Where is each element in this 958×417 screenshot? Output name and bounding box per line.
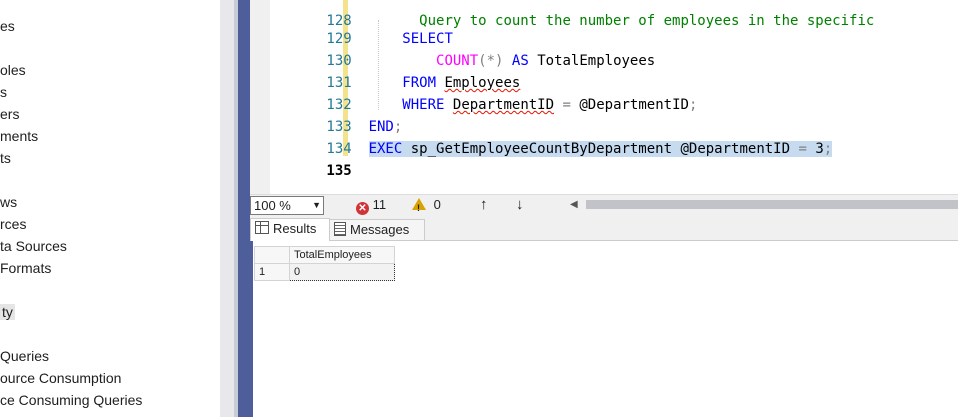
results-grid[interactable]: TotalEmployees 1 0 xyxy=(254,246,395,281)
results-tab-strip: Results Messages xyxy=(250,215,958,241)
grid-header-row: TotalEmployees xyxy=(254,246,395,264)
arrow-up-icon[interactable]: ↑ xyxy=(480,195,488,214)
tab-results[interactable]: Results xyxy=(250,218,330,241)
number-literal: 3 xyxy=(815,141,824,157)
explorer-tree-item[interactable]: ments xyxy=(0,128,38,144)
tab-results-label: Results xyxy=(273,221,317,236)
explorer-tree-item[interactable]: ts xyxy=(0,150,11,166)
keyword-exec: EXEC xyxy=(368,141,403,157)
editor-gutter xyxy=(250,0,270,194)
editor-left-margin xyxy=(238,0,250,417)
grid-corner[interactable] xyxy=(254,246,290,264)
explorer-tree-item[interactable]: ty xyxy=(0,304,15,320)
tab-messages[interactable]: Messages xyxy=(329,219,425,240)
scroll-left-icon[interactable]: ◀ xyxy=(570,195,578,215)
explorer-tree-item[interactable]: ws xyxy=(0,194,17,210)
code-line-133: 133 END; xyxy=(270,94,402,135)
grid-icon xyxy=(255,221,269,234)
object-explorer: es oles s ers ments ts ws rces ta Sources Format… xyxy=(0,0,220,417)
code-line-131: 131 FROM Employees xyxy=(270,50,520,91)
explorer-tree-item[interactable]: Queries xyxy=(0,348,49,364)
grid-cell[interactable]: 0 xyxy=(289,263,395,281)
code-line-130: 130 COUNT(*) AS TotalEmployees xyxy=(270,28,655,69)
warning-count[interactable]: 0 xyxy=(412,196,441,217)
error-icon: ✕ xyxy=(356,202,369,215)
code-line-134: 134 EXEC sp_GetEmployeeCountByDepartment… xyxy=(270,116,833,157)
explorer-tree-item[interactable]: Formats xyxy=(0,260,51,276)
explorer-tree-item[interactable]: oles xyxy=(0,62,26,78)
explorer-tree-item[interactable]: ers xyxy=(0,106,19,122)
procedure-name: sp_GetEmployeeCountByDepartment xyxy=(410,141,673,157)
explorer-tree-item[interactable]: ta Sources xyxy=(0,238,67,254)
column-header[interactable]: TotalEmployees xyxy=(289,246,395,264)
operator: ; xyxy=(688,97,698,113)
horizontal-scrollbar-thumb[interactable] xyxy=(586,200,958,209)
identifier-error: DepartmentID xyxy=(452,97,555,113)
explorer-tree-item[interactable]: es xyxy=(0,18,15,34)
zoom-value: 100 % xyxy=(254,198,291,213)
operator: ; xyxy=(823,141,833,157)
warning-count-value: 0 xyxy=(433,197,441,212)
identifier: TotalEmployees xyxy=(537,53,656,69)
code-comment: Query to count the number of employees i… xyxy=(419,13,875,29)
zoom-dropdown[interactable]: 100 % ▼ xyxy=(250,196,324,215)
code-line-132: 132 WHERE DepartmentID = @DepartmentID; xyxy=(270,72,697,113)
query-editor[interactable]: 128 Query to count the number of employe… xyxy=(250,0,958,194)
results-left-edge xyxy=(250,241,253,417)
line-number-current: 135 xyxy=(326,163,352,179)
operator: = xyxy=(798,141,807,157)
messages-icon xyxy=(334,222,346,236)
row-number[interactable]: 1 xyxy=(254,263,290,281)
explorer-tree-item[interactable]: rces xyxy=(0,216,26,232)
error-count[interactable]: ✕ 11 xyxy=(356,196,386,215)
table-row[interactable]: 1 0 xyxy=(254,263,395,281)
operator: = xyxy=(562,97,571,113)
code-line-129: 129 SELECT xyxy=(270,6,452,47)
keyword-where: WHERE xyxy=(402,97,445,113)
object-explorer-scrollbar[interactable] xyxy=(220,0,234,417)
explorer-tree-item[interactable]: ource Consumption xyxy=(0,370,121,386)
warning-icon xyxy=(412,198,426,217)
code-line-135: 135 xyxy=(270,138,351,179)
editor-status-strip: 100 % ▼ ✕ 11 0 ↑ ↓ ◀ xyxy=(250,194,958,217)
variable: @DepartmentID xyxy=(680,141,791,157)
arrow-down-icon[interactable]: ↓ xyxy=(516,195,524,214)
chevron-down-icon: ▼ xyxy=(312,200,321,210)
error-count-value: 11 xyxy=(372,197,387,212)
tab-messages-label: Messages xyxy=(350,222,410,237)
explorer-tree-item[interactable]: s xyxy=(0,84,7,100)
explorer-tree-item[interactable]: ce Consuming Queries xyxy=(0,392,142,408)
variable: @DepartmentID xyxy=(579,97,689,113)
results-pane: Results Messages TotalEmployees 1 0 xyxy=(250,215,958,417)
